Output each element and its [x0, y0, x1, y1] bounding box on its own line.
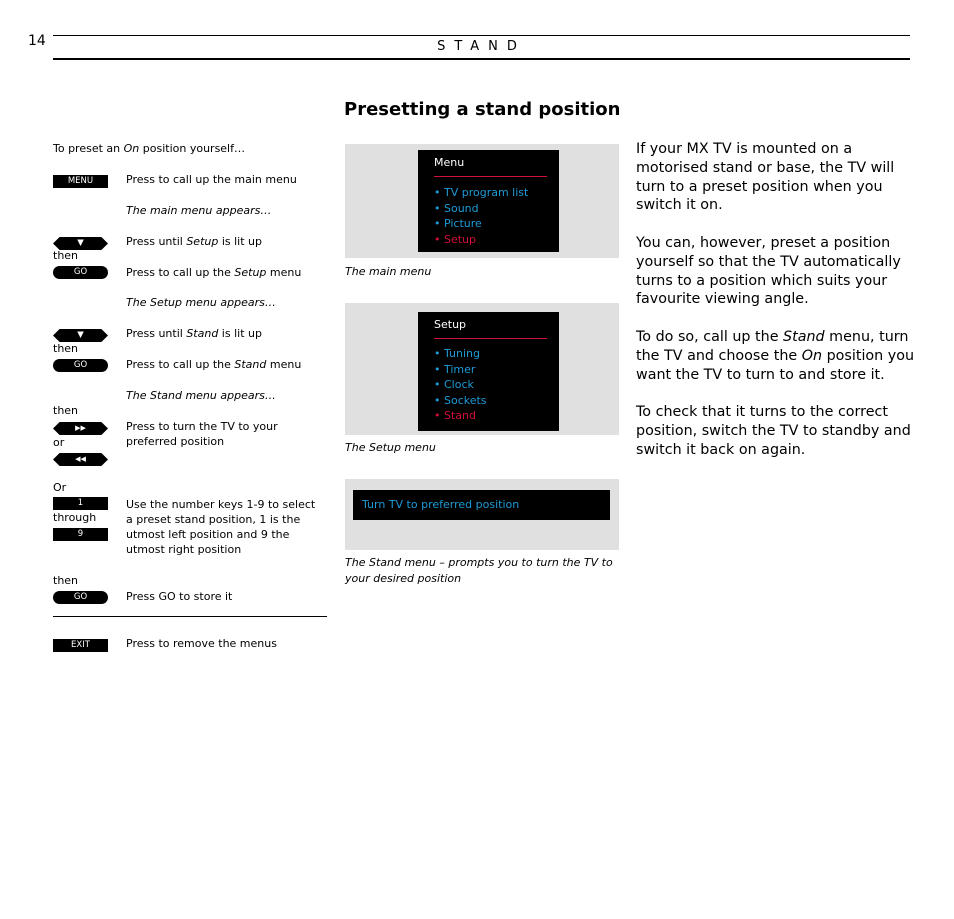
step-call-setup-menu: Press to call up the Setup menu: [126, 265, 326, 280]
text: menu: [266, 358, 302, 371]
setup-menu-title: Setup: [434, 318, 467, 331]
main-menu-list: • TV program list • Sound • Picture • Se…: [434, 185, 528, 247]
go-key: GO: [53, 591, 108, 604]
page-title: Presetting a stand position: [344, 99, 621, 120]
page-number: 14: [28, 33, 46, 49]
text: Press until: [126, 327, 187, 340]
paragraph-2: You can, however, preset a position your…: [636, 234, 901, 308]
text: Press to call up the: [126, 358, 235, 371]
menu-item-sockets[interactable]: • Sockets: [434, 393, 487, 409]
menu-item-clock[interactable]: • Clock: [434, 377, 487, 393]
menu-underline: [434, 176, 547, 177]
menu-item-tv-program-list[interactable]: • TV program list: [434, 185, 528, 201]
setup-menu-panel: Setup • Tuning • Timer • Clock • Sockets…: [345, 303, 619, 435]
text-em: Stand: [783, 328, 825, 345]
text-em: Stand: [186, 327, 219, 340]
text: Press until: [126, 235, 187, 248]
text: is lit up: [218, 235, 262, 248]
menu-item-picture[interactable]: • Picture: [434, 216, 528, 232]
fast-forward-key: ▶▶: [53, 422, 108, 435]
number-key-1: 1: [53, 497, 108, 510]
main-menu-title: Menu: [434, 156, 465, 169]
rewind-key: ◀◀: [53, 453, 108, 466]
step-call-main-menu: Press to call up the main menu: [126, 173, 297, 186]
menu-item-timer[interactable]: • Timer: [434, 362, 487, 378]
menu-underline: [434, 338, 547, 339]
step-call-stand-menu: Press to call up the Stand menu: [126, 357, 326, 372]
note-main-menu: The main menu appears…: [126, 204, 272, 217]
paragraph-4: To check that it turns to the correct po…: [636, 404, 911, 458]
intro-on: On: [123, 142, 140, 155]
caption-stand-menu: The Stand menu – prompts you to turn the…: [345, 556, 613, 585]
main-menu-panel: Menu • TV program list • Sound • Picture…: [345, 144, 619, 258]
step-number-keys: Use the number keys 1-9 to select a pres…: [126, 498, 316, 556]
step-press-until-stand: Press until Stand is lit up: [126, 326, 326, 341]
step-store: Press GO to store it: [126, 590, 233, 603]
menu-item-stand[interactable]: • Stand: [434, 408, 487, 424]
text-em: Stand: [234, 358, 267, 371]
stand-menu-prompt: Turn TV to preferred position: [362, 498, 520, 511]
stand-menu-panel: Turn TV to preferred position: [345, 479, 619, 550]
header-rule-top: [53, 35, 910, 36]
connector-or: or: [53, 436, 65, 449]
text-em: On: [801, 347, 823, 364]
go-key: GO: [53, 266, 108, 279]
body-text: If your MX TV is mounted on a motorised …: [636, 140, 916, 478]
text-em: Setup: [186, 235, 219, 248]
connector-or: Or: [53, 481, 67, 494]
header-rule-bottom: [53, 58, 910, 60]
connector-then: then: [53, 574, 79, 587]
setup-menu-list: • Tuning • Timer • Clock • Sockets • Sta…: [434, 346, 487, 424]
exit-key: EXIT: [53, 639, 108, 652]
text: Press to call up the: [126, 266, 235, 279]
intro-part: position yourself…: [139, 142, 245, 155]
connector-then: then: [53, 249, 79, 262]
caption-setup-menu: The Setup menu: [345, 441, 436, 454]
note-setup-menu: The Setup menu appears…: [126, 296, 276, 309]
connector-then: then: [53, 404, 79, 417]
step-turn-tv: Press to turn the TV to your preferred p…: [126, 420, 278, 448]
menu-item-tuning[interactable]: • Tuning: [434, 346, 487, 362]
connector-through: through: [53, 511, 97, 524]
note-stand-menu: The Stand menu appears…: [126, 389, 276, 402]
menu-key: MENU: [53, 175, 108, 188]
divider: [53, 616, 327, 617]
number-key-9: 9: [53, 528, 108, 541]
caption-main-menu: The main menu: [345, 265, 432, 278]
paragraph-1: If your MX TV is mounted on a motorised …: [636, 141, 895, 214]
step-press-until-setup: Press until Setup is lit up: [126, 234, 326, 249]
intro-text: To preset an On position yourself…: [53, 141, 245, 156]
paragraph-3: To do so, call up the Stand menu, turn t…: [636, 328, 916, 384]
step-remove-menus: Press to remove the menus: [126, 637, 277, 650]
intro-part: To preset an: [53, 142, 124, 155]
down-arrow-key: ▼: [53, 329, 108, 342]
text: is lit up: [218, 327, 262, 340]
setup-menu-screen: Setup • Tuning • Timer • Clock • Sockets…: [418, 312, 559, 431]
stand-menu-screen: Turn TV to preferred position: [353, 490, 610, 520]
section-title: STAND: [437, 39, 526, 54]
text: To do so, call up the: [636, 328, 784, 345]
connector-then: then: [53, 342, 79, 355]
text: menu: [266, 266, 302, 279]
menu-item-sound[interactable]: • Sound: [434, 201, 528, 217]
text-em: Setup: [234, 266, 267, 279]
menu-item-setup[interactable]: • Setup: [434, 232, 528, 248]
main-menu-screen: Menu • TV program list • Sound • Picture…: [418, 150, 559, 252]
go-key: GO: [53, 359, 108, 372]
